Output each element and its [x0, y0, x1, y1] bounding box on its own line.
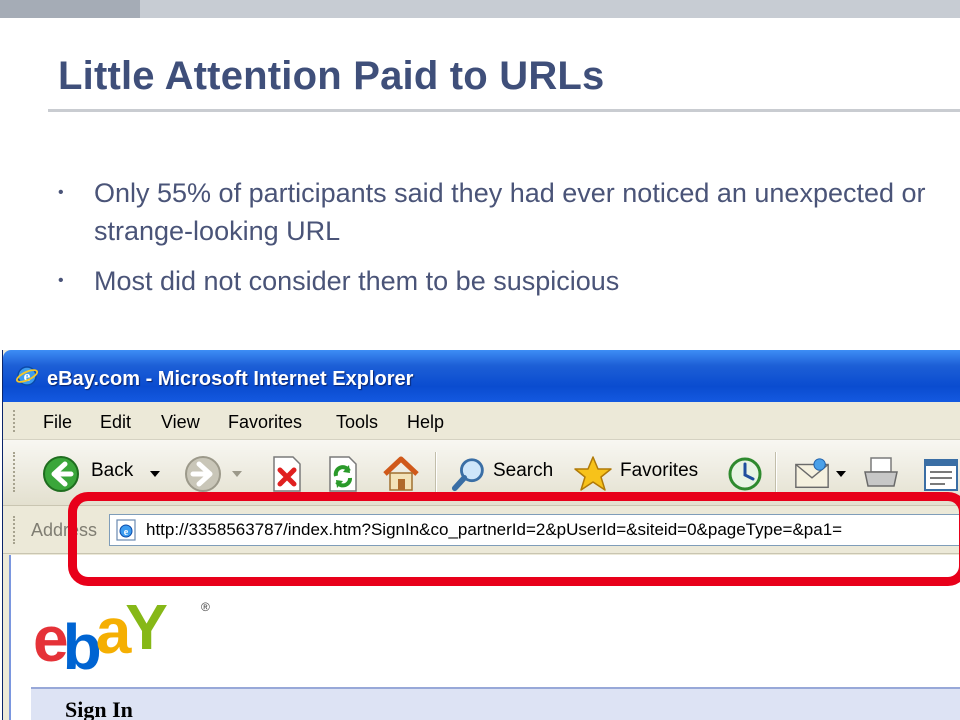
logo-letter-y: Y	[125, 593, 167, 663]
menu-bar: File Edit View Favorites Tools Help	[3, 402, 960, 440]
title-divider	[48, 109, 960, 112]
url-highlight-box	[68, 492, 960, 586]
menu-edit[interactable]: Edit	[100, 412, 131, 433]
slide-top-band-accent	[0, 0, 140, 18]
dropdown-arrow-icon[interactable]	[149, 468, 161, 480]
signin-title: Sign In	[65, 697, 133, 720]
bullet-glyph: •	[58, 184, 64, 201]
bullet-list: • Only 55% of participants said they had…	[58, 174, 938, 312]
internet-explorer-icon: e	[15, 366, 39, 386]
bullet-item: • Only 55% of participants said they had…	[58, 174, 938, 250]
menu-favorites[interactable]: Favorites	[228, 412, 302, 433]
toolbar-grip[interactable]	[13, 410, 17, 432]
stop-icon[interactable]	[269, 454, 305, 494]
toolbar-grip[interactable]	[13, 452, 17, 492]
svg-text:ebaY: ebaY	[33, 593, 167, 673]
search-label: Search	[493, 460, 554, 481]
slide-title: Little Attention Paid to URLs	[58, 54, 605, 98]
registered-mark: ®	[201, 600, 210, 614]
bullet-text: Only 55% of participants said they had e…	[94, 178, 926, 246]
menu-help[interactable]: Help	[407, 412, 444, 433]
toolbar-grip[interactable]	[13, 516, 17, 544]
print-icon[interactable]	[861, 454, 901, 494]
home-icon[interactable]	[381, 454, 421, 494]
toolbar-separator	[775, 452, 777, 494]
dropdown-arrow-icon[interactable]	[835, 468, 847, 480]
refresh-icon[interactable]	[325, 454, 361, 494]
mail-icon[interactable]	[793, 454, 831, 494]
slide-top-band	[0, 0, 960, 18]
forward-arrow-icon[interactable]	[183, 454, 223, 494]
edit-page-icon[interactable]	[921, 454, 960, 494]
window-title: eBay.com - Microsoft Internet Explorer	[47, 368, 414, 390]
toolbar-separator	[435, 452, 437, 494]
dropdown-arrow-icon[interactable]	[231, 468, 243, 480]
back-arrow-icon	[43, 456, 79, 492]
history-icon[interactable]	[725, 454, 765, 494]
bullet-item: • Most did not consider them to be suspi…	[58, 262, 938, 300]
menu-tools[interactable]: Tools	[336, 412, 378, 433]
back-label: Back	[91, 460, 134, 481]
ebay-logo: ebaY ®	[33, 593, 210, 673]
favorites-label: Favorites	[620, 460, 699, 481]
signin-header: Sign In	[31, 687, 960, 720]
favorites-star-icon	[574, 456, 612, 491]
menu-file[interactable]: File	[43, 412, 72, 433]
window-titlebar[interactable]: e eBay.com - Microsoft Internet Explorer	[3, 350, 960, 402]
search-magnifier-icon	[451, 458, 484, 492]
menu-view[interactable]: View	[161, 412, 200, 433]
bullet-glyph: •	[58, 272, 64, 289]
bullet-text: Most did not consider them to be suspici…	[94, 266, 620, 296]
logo-letter-b: b	[63, 611, 100, 673]
